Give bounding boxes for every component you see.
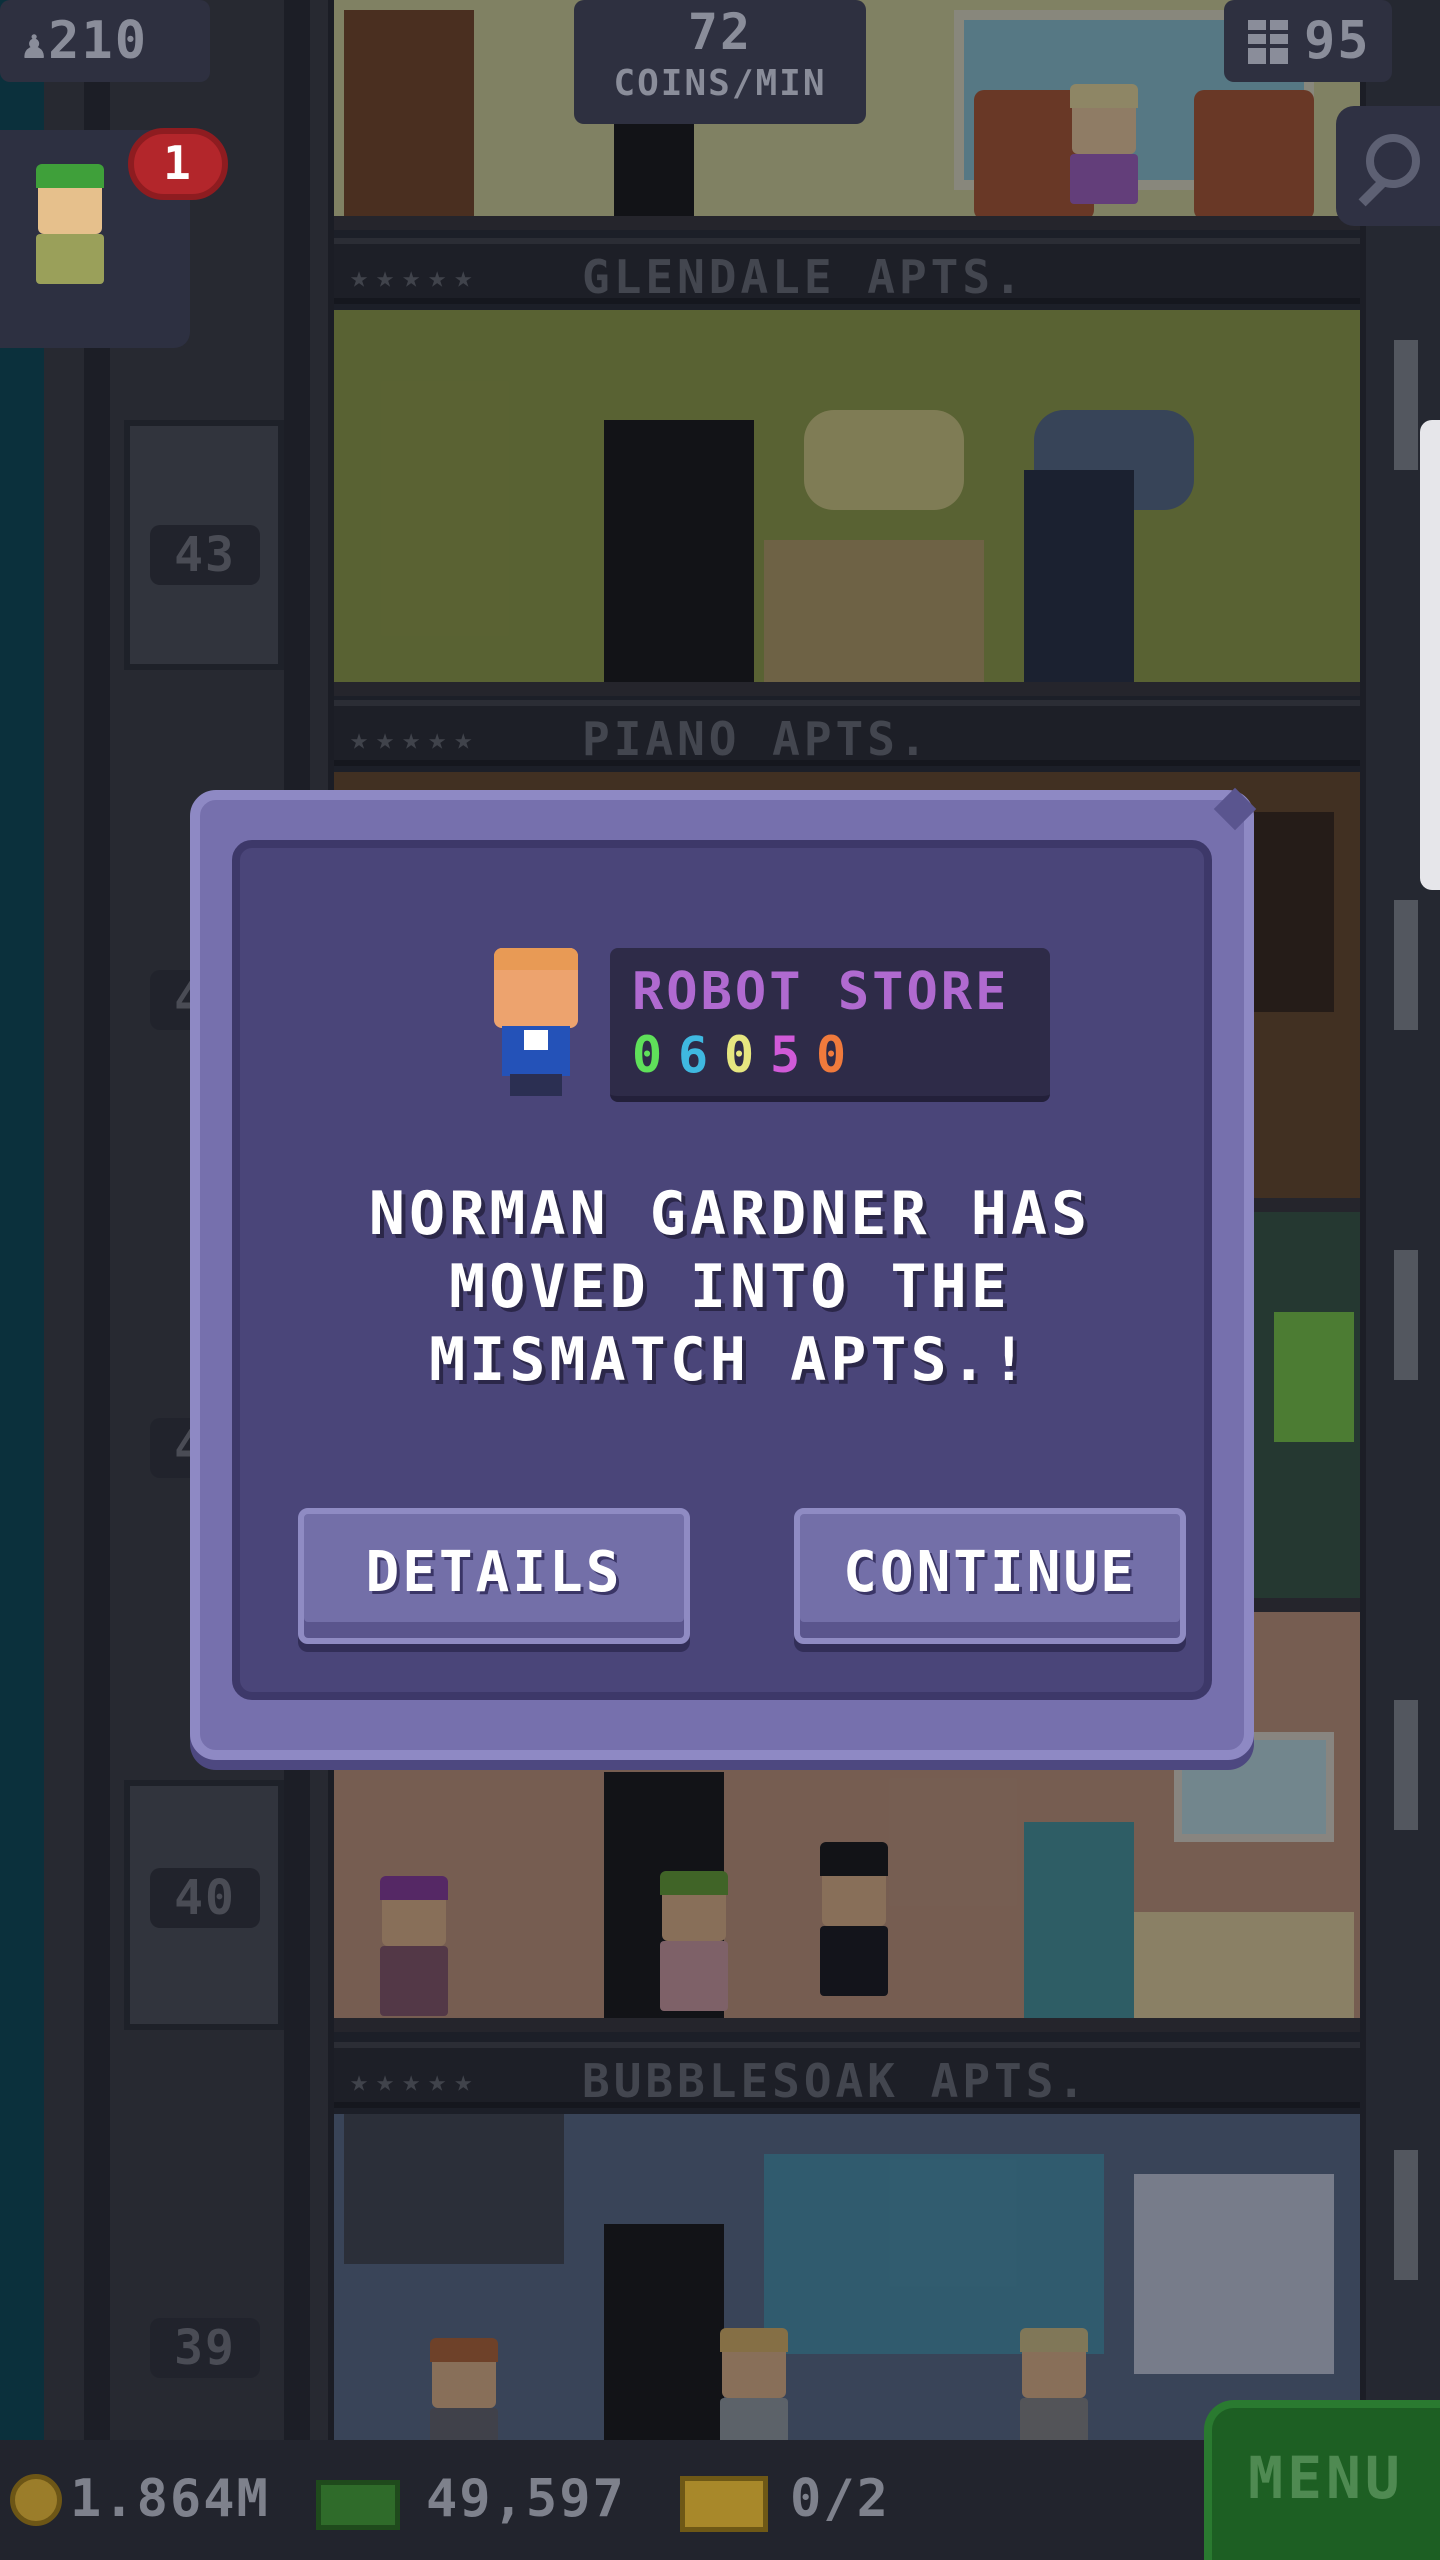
building-grid-icon xyxy=(1248,20,1288,64)
coins-per-min-display: 72 COINS/MIN xyxy=(574,0,866,124)
dialog-message: NORMAN GARDNER HAS MOVED INTO THE MISMAT… xyxy=(368,1179,1092,1395)
skill-digit: 0 xyxy=(724,1026,763,1084)
search-button[interactable] xyxy=(1336,106,1440,226)
scroll-indicator[interactable] xyxy=(1420,420,1440,890)
store-name: ROBOT STORE xyxy=(632,962,1010,1022)
details-button[interactable]: DETAILS xyxy=(298,1508,690,1644)
population-value: 210 xyxy=(48,11,149,71)
ticket-icon xyxy=(680,2476,768,2532)
coin-balance: 1.864M xyxy=(70,2469,270,2529)
skill-digit: 0 xyxy=(632,1026,671,1084)
skill-digit: 5 xyxy=(770,1026,809,1084)
skill-digit: 0 xyxy=(816,1026,855,1084)
store-card: ROBOT STORE 06050 xyxy=(610,948,1050,1102)
person-icon: ♟ xyxy=(22,22,49,68)
coins-per-min-value: 72 xyxy=(687,3,753,61)
skill-digit: 6 xyxy=(678,1026,717,1084)
store-skill-digits: 06050 xyxy=(632,1026,862,1084)
continue-button[interactable]: CONTINUE xyxy=(794,1508,1186,1644)
dialog-panel: ROBOT STORE 06050 NORMAN GARDNER HAS MOV… xyxy=(232,840,1212,1700)
population-counter[interactable]: ♟210 xyxy=(0,0,210,82)
floor-counter[interactable]: 95 xyxy=(1224,0,1392,82)
visitor-avatar xyxy=(30,164,110,320)
search-icon xyxy=(1366,134,1420,188)
notification-badge: 1 xyxy=(128,128,228,200)
coins-per-min-unit: COINS/MIN xyxy=(613,63,827,104)
move-in-dialog: ROBOT STORE 06050 NORMAN GARDNER HAS MOV… xyxy=(190,787,1257,1760)
resident-avatar xyxy=(488,948,584,1098)
ticket-count: 0/2 xyxy=(790,2469,890,2529)
coin-icon xyxy=(10,2474,62,2526)
menu-button[interactable]: MENU xyxy=(1204,2400,1440,2560)
bux-balance: 49,597 xyxy=(426,2469,626,2529)
floor-count-value: 95 xyxy=(1304,11,1371,71)
bux-icon xyxy=(316,2480,400,2530)
